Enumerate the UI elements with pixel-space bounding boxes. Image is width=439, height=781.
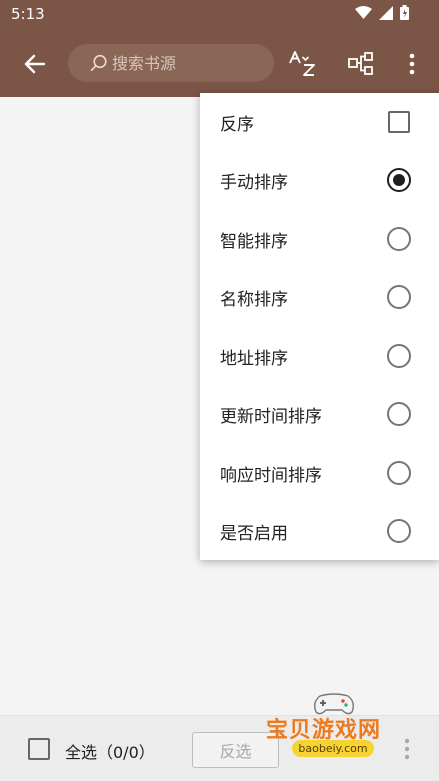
watermark-url: baobeiy.com — [292, 740, 374, 757]
reverse-checkbox[interactable] — [387, 110, 411, 134]
update-time-sort-radio[interactable] — [387, 402, 411, 426]
select-all-checkbox[interactable] — [28, 738, 50, 760]
more-vert-icon — [409, 53, 415, 75]
wifi-icon — [355, 5, 372, 19]
menu-item-label: 手动排序 — [220, 172, 288, 193]
search-field[interactable] — [68, 44, 274, 82]
smart-sort-radio[interactable] — [387, 227, 411, 251]
search-icon — [90, 54, 108, 72]
status-time: 5:13 — [11, 5, 45, 23]
response-time-sort-radio[interactable] — [387, 461, 411, 485]
watermark-logo: 宝贝游戏网 baobeiy.com — [262, 690, 412, 768]
group-button[interactable] — [344, 47, 378, 81]
back-button[interactable] — [20, 49, 50, 79]
menu-item-url-sort[interactable]: 地址排序 — [200, 327, 439, 385]
sort-button[interactable] — [285, 47, 319, 81]
menu-item-smart-sort[interactable]: 智能排序 — [200, 210, 439, 268]
signal-icon — [379, 5, 393, 20]
menu-item-label: 响应时间排序 — [220, 465, 322, 486]
menu-item-name-sort[interactable]: 名称排序 — [200, 268, 439, 326]
name-sort-radio[interactable] — [387, 285, 411, 309]
menu-item-enabled-sort[interactable]: 是否启用 — [200, 502, 439, 560]
enabled-sort-radio[interactable] — [387, 519, 411, 543]
menu-item-label: 地址排序 — [220, 348, 288, 369]
url-sort-radio[interactable] — [387, 344, 411, 368]
menu-item-label: 智能排序 — [220, 231, 288, 252]
manual-sort-radio[interactable] — [387, 168, 411, 192]
menu-item-update-time-sort[interactable]: 更新时间排序 — [200, 385, 439, 443]
menu-item-label: 反序 — [220, 114, 254, 135]
sort-az-icon — [289, 51, 315, 76]
menu-item-label: 名称排序 — [220, 289, 288, 310]
menu-item-reverse[interactable]: 反序 — [200, 93, 439, 151]
select-all-label[interactable]: 全选（0/0） — [65, 739, 155, 763]
app-bar: 5:13 — [0, 0, 439, 97]
battery-icon — [400, 5, 409, 20]
arrow-left-icon — [24, 54, 46, 74]
status-icons — [355, 5, 409, 20]
more-options-button[interactable] — [395, 47, 429, 81]
menu-item-manual-sort[interactable]: 手动排序 — [200, 151, 439, 209]
group-tree-icon — [348, 52, 373, 75]
menu-item-response-time-sort[interactable]: 响应时间排序 — [200, 444, 439, 502]
sort-menu: 反序 手动排序 智能排序 名称排序 地址排序 更新时间排序 响应时间排序 是否启… — [200, 93, 439, 560]
menu-item-label: 是否启用 — [220, 523, 288, 544]
search-input[interactable] — [112, 53, 262, 73]
menu-item-label: 更新时间排序 — [220, 406, 322, 427]
